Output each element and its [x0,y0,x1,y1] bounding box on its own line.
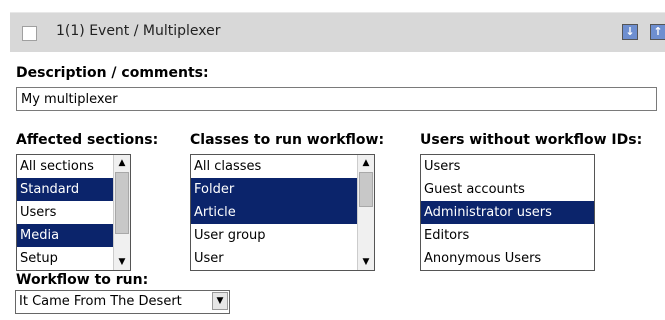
option-setup[interactable]: Setup [17,247,113,270]
event-header: 1(1) Event / Multiplexer ↓ ↑ [10,12,665,52]
workflow-label: Workflow to run: [16,272,149,288]
option-user[interactable]: User [191,247,357,270]
affected-sections-label: Affected sections: [16,132,159,148]
users-without-ids-options: Users Guest accounts Administrator users… [421,155,594,270]
affected-sections-listbox[interactable]: All sections Standard Users Media Setup … [16,154,131,271]
description-field[interactable] [17,88,656,110]
affected-sections-scrollbar[interactable]: ▲ ▼ [113,155,130,270]
option-user-group[interactable]: User group [191,224,357,247]
users-without-ids-listbox[interactable]: Users Guest accounts Administrator users… [420,154,595,271]
move-up-icon[interactable]: ↑ [650,24,665,40]
option-media[interactable]: Media [17,224,113,247]
option-anonymous-users[interactable]: Anonymous Users [421,247,594,270]
option-editors[interactable]: Editors [421,224,594,247]
classes-scrollbar[interactable]: ▲ ▼ [357,155,374,270]
option-users[interactable]: Users [421,155,594,178]
workflow-select[interactable]: It Came From The Desert ▼ [15,290,230,314]
option-all-sections[interactable]: All sections [17,155,113,178]
description-label: Description / comments: [16,65,209,81]
option-all-classes[interactable]: All classes [191,155,357,178]
option-article[interactable]: Article [191,201,357,224]
option-administrator-users[interactable]: Administrator users [421,201,594,224]
scroll-up-icon[interactable]: ▲ [358,155,374,171]
chevron-down-icon[interactable]: ▼ [212,292,228,310]
event-checkbox[interactable] [22,26,37,41]
scroll-thumb[interactable] [359,172,373,207]
option-standard[interactable]: Standard [17,178,113,201]
scroll-up-icon[interactable]: ▲ [114,155,130,171]
scroll-down-icon[interactable]: ▼ [358,254,374,270]
workflow-selected-value: It Came From The Desert [19,294,182,309]
users-without-ids-label: Users without workflow IDs: [420,132,643,148]
event-title: 1(1) Event / Multiplexer [56,23,221,39]
move-down-icon[interactable]: ↓ [622,24,638,40]
scroll-down-icon[interactable]: ▼ [114,254,130,270]
classes-listbox[interactable]: All classes Folder Article User group Us… [190,154,375,271]
option-guest-accounts[interactable]: Guest accounts [421,178,594,201]
description-field-box [16,87,657,111]
option-folder[interactable]: Folder [191,178,357,201]
classes-label: Classes to run workflow: [190,132,385,148]
scroll-thumb[interactable] [115,172,129,234]
classes-options: All classes Folder Article User group Us… [191,155,357,270]
affected-sections-options: All sections Standard Users Media Setup [17,155,113,270]
option-users[interactable]: Users [17,201,113,224]
